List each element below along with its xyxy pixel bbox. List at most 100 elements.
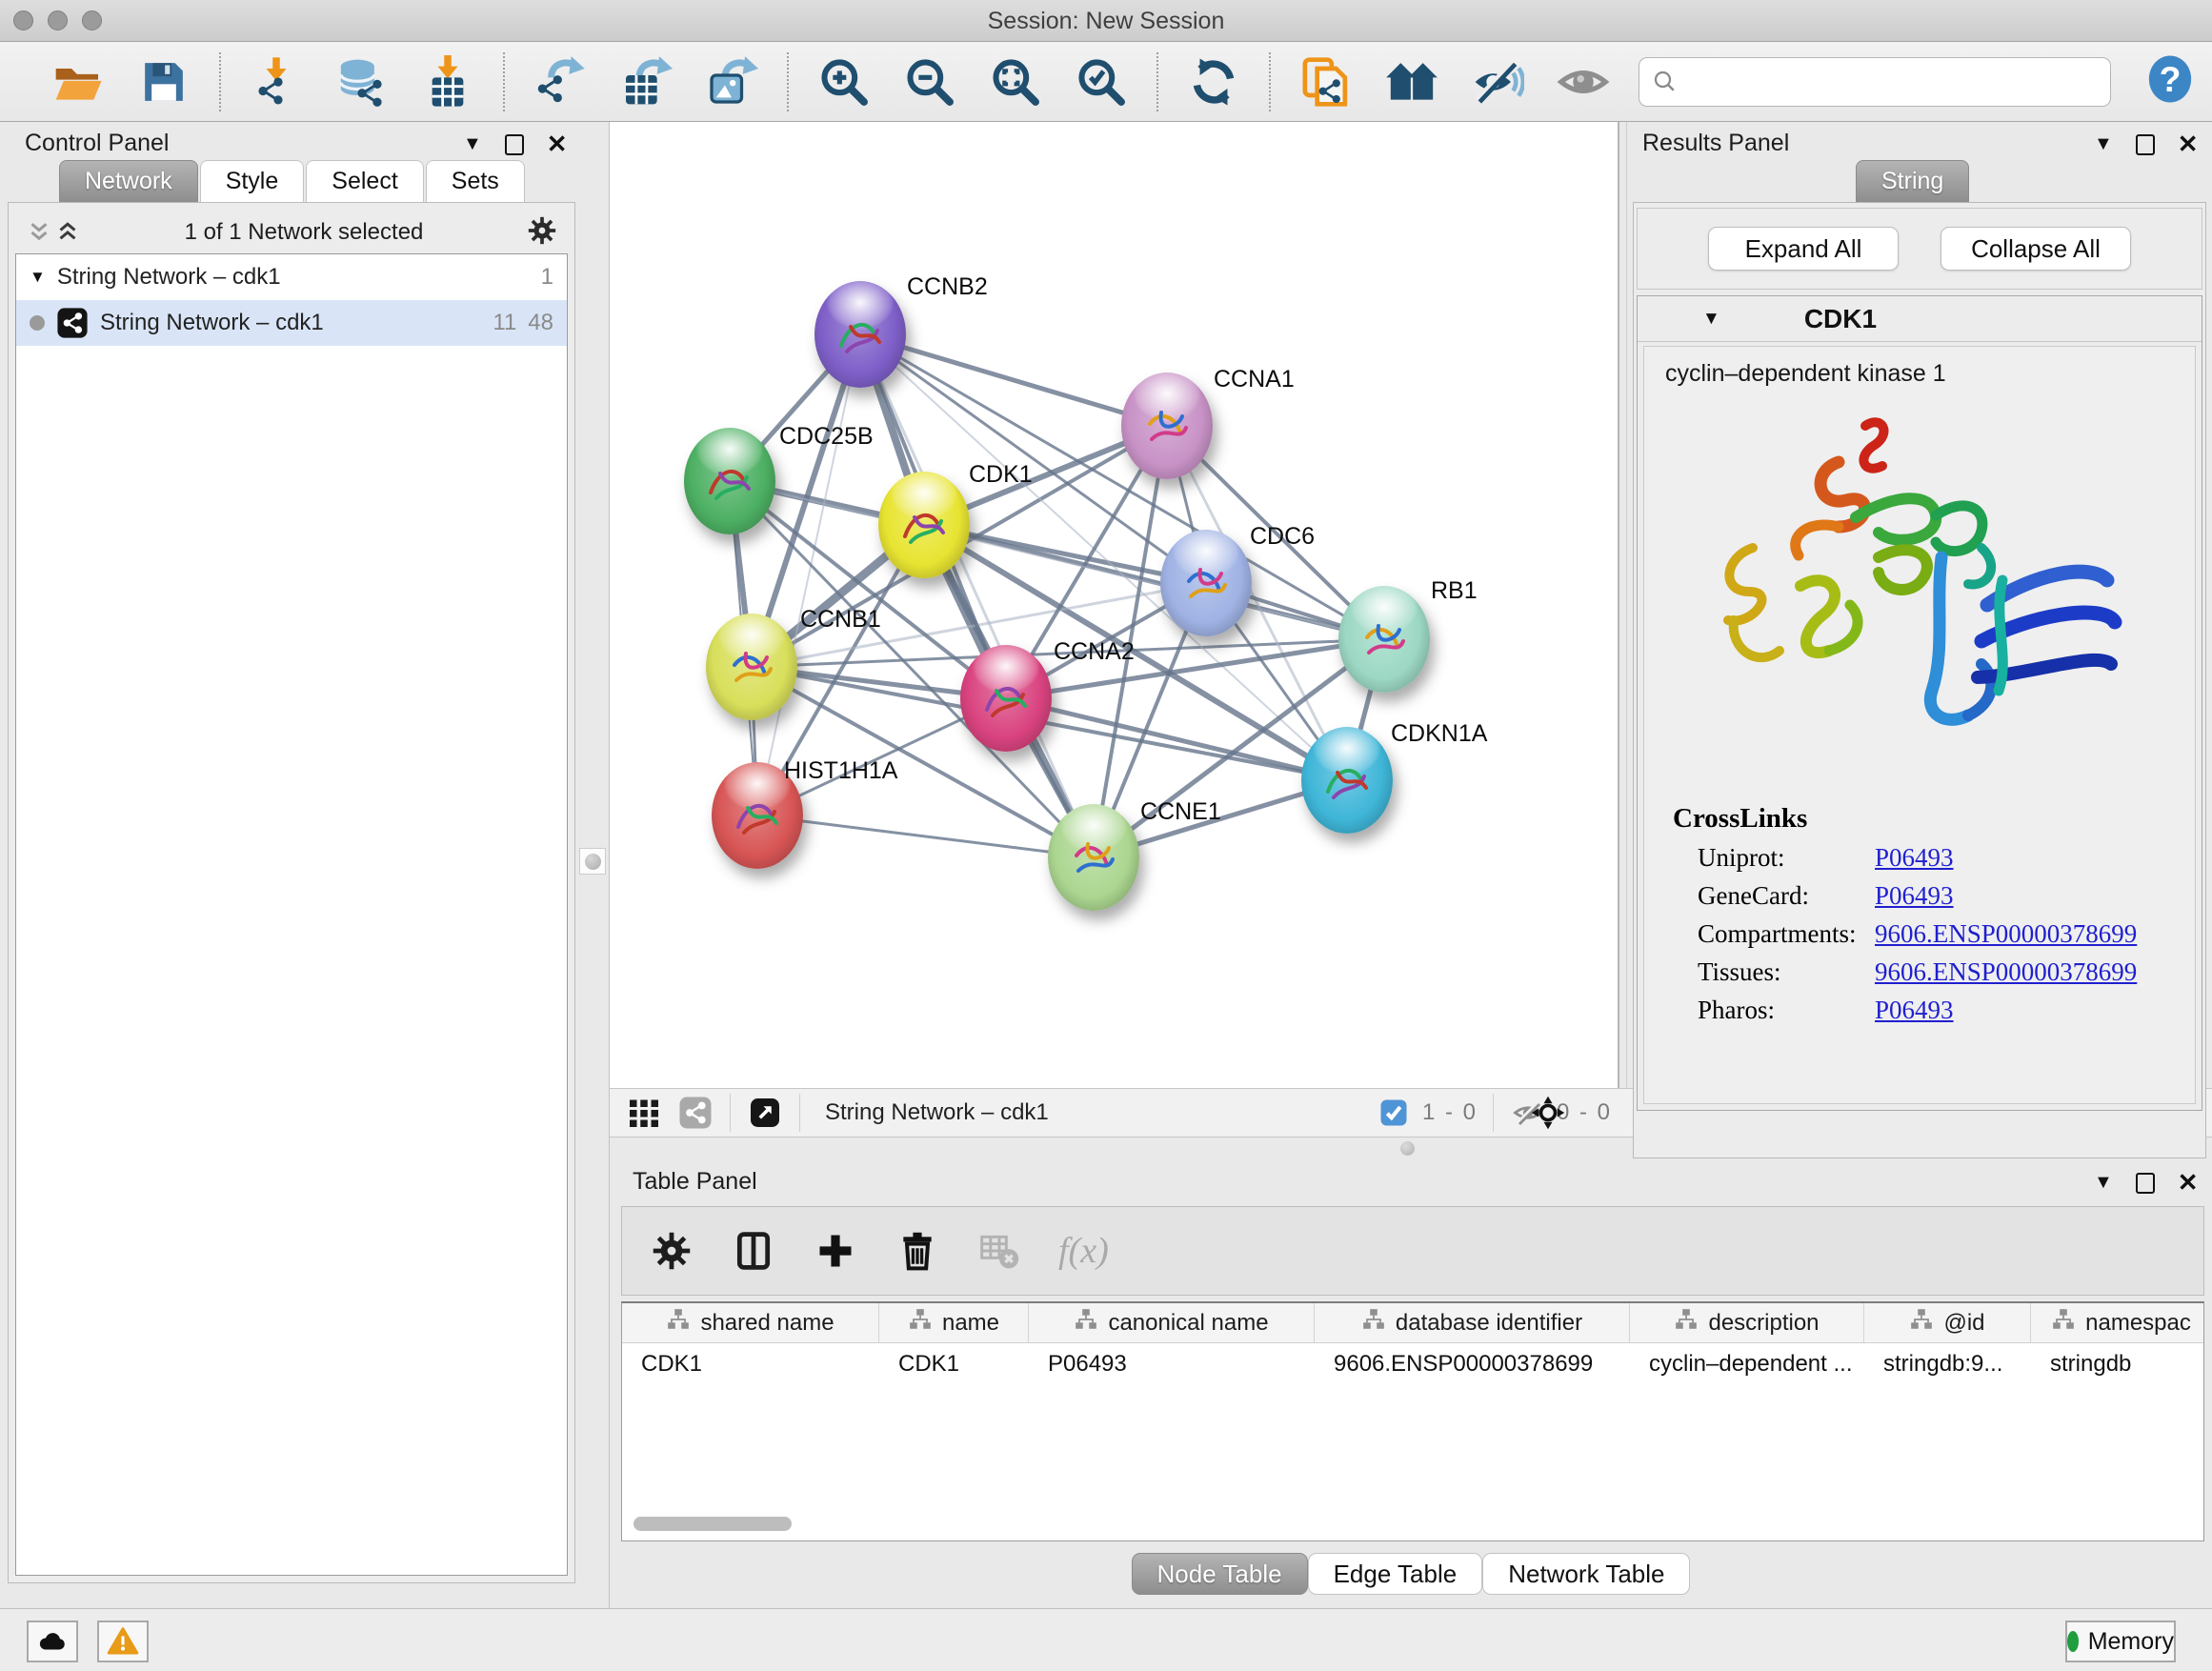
network-options-gear-icon[interactable]	[526, 214, 558, 252]
table-cell[interactable]: cyclin–dependent ...	[1630, 1343, 1864, 1387]
zoom-fit-icon[interactable]	[987, 53, 1044, 111]
open-session-icon[interactable]	[50, 53, 107, 111]
structure-thumbnail	[832, 302, 889, 367]
crosslink-link[interactable]: P06493	[1875, 843, 1954, 873]
node-label-CCNA1: CCNA1	[1214, 366, 1295, 393]
entry-header[interactable]: ▼ CDK1	[1638, 296, 2202, 342]
close-panel-icon[interactable]: ✕	[2178, 1168, 2199, 1198]
node-CDK1[interactable]	[878, 472, 970, 578]
column-header-@id[interactable]: @id	[1864, 1303, 2031, 1342]
column-header-canonical-name[interactable]: canonical name	[1029, 1303, 1315, 1342]
collapse-panel-icon[interactable]: ▼	[2094, 1172, 2113, 1194]
tab-select[interactable]: Select	[306, 160, 423, 202]
left-splitter-toggle[interactable]	[579, 848, 606, 875]
crosslink-link[interactable]: P06493	[1875, 996, 1954, 1025]
float-panel-icon[interactable]	[2136, 134, 2155, 155]
node-table[interactable]: shared namenamecanonical namedatabase id…	[621, 1301, 2204, 1541]
column-header-shared-name[interactable]: shared name	[622, 1303, 879, 1342]
import-database-icon[interactable]	[333, 53, 391, 111]
export-table-icon[interactable]	[617, 53, 674, 111]
node-CCNA1[interactable]	[1121, 372, 1213, 479]
delete-column-icon[interactable]	[895, 1228, 940, 1274]
crosslink-link[interactable]: 9606.ENSP00000378699	[1875, 957, 2137, 987]
warnings-button[interactable]	[97, 1621, 149, 1662]
cloud-status-button[interactable]	[27, 1621, 78, 1662]
zoom-out-icon[interactable]	[901, 53, 958, 111]
import-table-icon[interactable]	[419, 53, 476, 111]
node-CCNB2[interactable]	[814, 281, 906, 388]
show-columns-icon[interactable]	[731, 1228, 776, 1274]
network-row[interactable]: String Network – cdk1 11 48	[16, 300, 567, 346]
table-cell[interactable]: 9606.ENSP00000378699	[1315, 1343, 1630, 1387]
home-icon[interactable]	[1383, 53, 1440, 111]
import-network-icon[interactable]	[248, 53, 305, 111]
table-cell[interactable]: stringdb:9...	[1864, 1343, 2031, 1387]
save-session-icon[interactable]	[135, 53, 192, 111]
tab-edge-table[interactable]: Edge Table	[1308, 1553, 1483, 1595]
selected-checkbox-icon[interactable]	[1375, 1094, 1413, 1132]
collapse-panel-icon[interactable]: ▼	[463, 133, 482, 155]
crosslink-link[interactable]: 9606.ENSP00000378699	[1875, 919, 2137, 949]
close-panel-icon[interactable]: ✕	[547, 130, 568, 159]
zoom-in-icon[interactable]	[815, 53, 873, 111]
expand-all-button[interactable]: Expand All	[1708, 227, 1899, 271]
close-panel-icon[interactable]: ✕	[2178, 130, 2199, 159]
node-RB1[interactable]	[1338, 586, 1430, 693]
network-view-icon[interactable]	[676, 1094, 714, 1132]
float-panel-icon[interactable]	[2136, 1173, 2155, 1194]
node-CCNB1[interactable]	[706, 614, 797, 720]
table-cell[interactable]: P06493	[1029, 1343, 1315, 1387]
node-CCNE1[interactable]	[1048, 804, 1139, 911]
help-icon[interactable]: ?	[2143, 52, 2197, 111]
network-from-selection-icon[interactable]	[1297, 53, 1355, 111]
table-cell[interactable]: CDK1	[622, 1343, 879, 1387]
node-CDKN1A[interactable]	[1301, 727, 1393, 834]
expand-all-icon[interactable]	[53, 218, 82, 247]
hide-selected-icon[interactable]	[1469, 53, 1526, 111]
collapse-all-icon[interactable]	[25, 218, 53, 247]
edge-CCNE1-HIST1H1A[interactable]	[757, 815, 1094, 857]
tree-expander-icon[interactable]: ▼	[30, 268, 46, 287]
tab-network[interactable]: Network	[59, 160, 198, 202]
open-in-window-icon[interactable]	[746, 1094, 784, 1132]
show-all-icon[interactable]	[1555, 53, 1612, 111]
add-column-icon[interactable]	[813, 1228, 858, 1274]
tab-sets[interactable]: Sets	[426, 160, 525, 202]
table-settings-gear-icon[interactable]	[649, 1228, 694, 1274]
entry-expander-icon[interactable]: ▼	[1702, 309, 1720, 330]
node-CDC6[interactable]	[1160, 530, 1252, 636]
crosslink-link[interactable]: P06493	[1875, 881, 1954, 911]
collapse-panel-icon[interactable]: ▼	[2094, 133, 2113, 155]
table-cell[interactable]: stringdb	[2031, 1343, 2204, 1387]
search-input[interactable]	[1687, 69, 2099, 95]
tab-string[interactable]: String	[1856, 160, 1969, 202]
edge-CCNB2-CCNA1[interactable]	[860, 334, 1167, 426]
export-network-icon[interactable]	[532, 53, 589, 111]
tab-network-table[interactable]: Network Table	[1482, 1553, 1690, 1595]
right-splitter[interactable]	[1618, 122, 1627, 1158]
tab-node-table[interactable]: Node Table	[1132, 1553, 1308, 1595]
column-header-description[interactable]: description	[1630, 1303, 1864, 1342]
zoom-selected-icon[interactable]	[1073, 53, 1130, 111]
memory-button[interactable]: Memory	[2065, 1621, 2176, 1662]
tab-style[interactable]: Style	[200, 160, 305, 202]
edge-CCNB2-HIST1H1A[interactable]	[757, 334, 860, 815]
collapse-all-button[interactable]: Collapse All	[1941, 227, 2131, 271]
column-header-name[interactable]: name	[879, 1303, 1029, 1342]
bottom-splitter-handle[interactable]	[1400, 1141, 1415, 1156]
export-image-icon[interactable]	[703, 53, 760, 111]
table-horizontal-scrollbar[interactable]	[633, 1517, 792, 1531]
node-CCNA2[interactable]	[960, 645, 1052, 752]
column-header-database-identifier[interactable]: database identifier	[1315, 1303, 1630, 1342]
birds-eye-view-icon[interactable]	[1529, 1094, 1567, 1132]
search-box[interactable]	[1639, 57, 2111, 107]
grid-view-icon[interactable]	[625, 1094, 663, 1132]
float-panel-icon[interactable]	[505, 134, 524, 155]
network-canvas[interactable]: CDK1 CCNB1 CCNB2 CCNA1 CCNA2 CCNE1 CDC25…	[610, 122, 1618, 1088]
node-CDC25B[interactable]	[684, 428, 775, 534]
column-header-namespac[interactable]: namespac	[2031, 1303, 2204, 1342]
table-cell[interactable]: CDK1	[879, 1343, 1029, 1387]
table-row[interactable]: CDK1CDK1P064939606.ENSP00000378699cyclin…	[622, 1343, 2203, 1387]
network-collection-row[interactable]: ▼ String Network – cdk1 1	[16, 254, 567, 300]
refresh-icon[interactable]	[1185, 53, 1242, 111]
